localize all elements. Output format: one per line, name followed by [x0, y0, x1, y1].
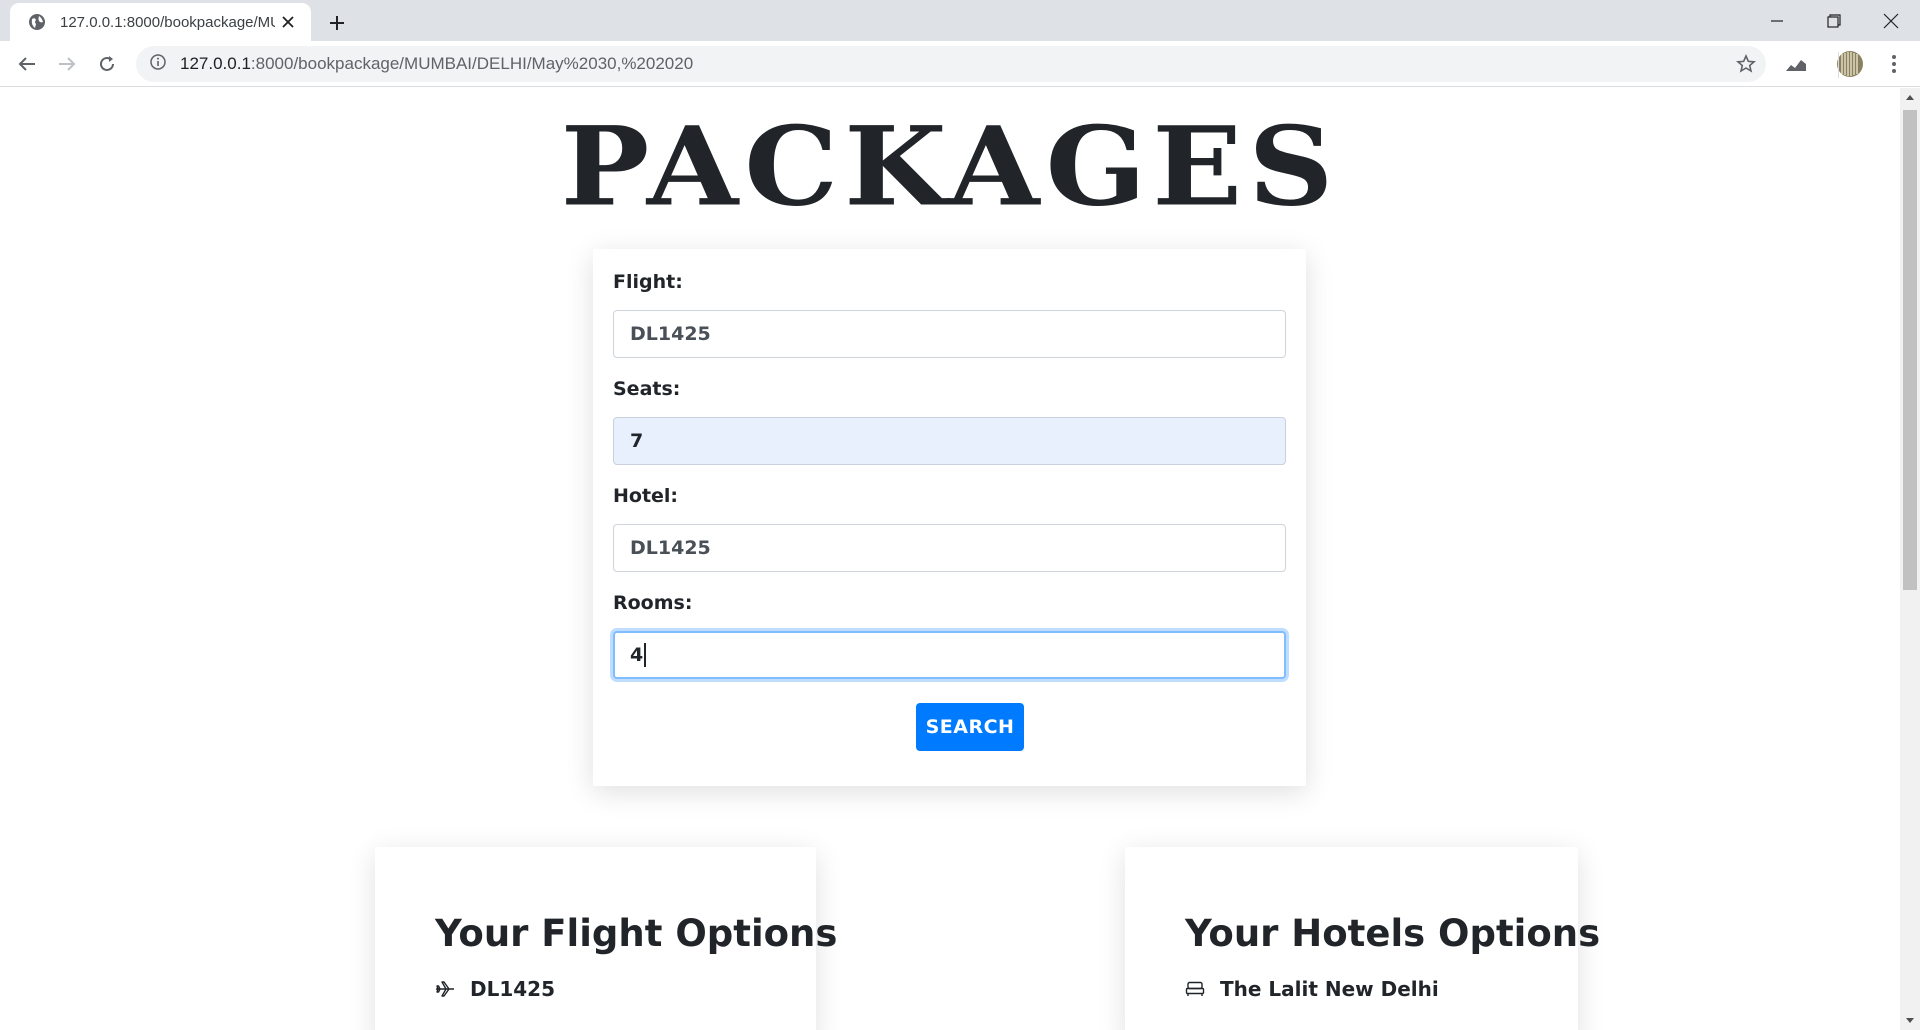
rooms-input[interactable]: 4 — [613, 631, 1286, 679]
toolbar-divider — [1838, 52, 1839, 78]
seats-input[interactable]: 7 — [613, 417, 1286, 465]
minimize-window-icon[interactable] — [1748, 0, 1806, 41]
flight-option-label: DL1425 — [470, 977, 556, 1001]
rooms-value: 4 — [630, 644, 644, 666]
scroll-up-arrow-icon[interactable] — [1900, 88, 1920, 106]
text-caret — [644, 643, 647, 667]
bed-icon — [1185, 979, 1205, 999]
seats-label: Seats: — [613, 378, 681, 400]
hotel-label: Hotel: — [613, 485, 679, 507]
rooms-label: Rooms: — [613, 592, 693, 614]
search-button[interactable]: SEARCH — [916, 703, 1024, 751]
url-path: :8000/bookpackage/MUMBAI/DELHI/May%2030,… — [250, 54, 694, 73]
hotel-option-label: The Lalit New Delhi — [1220, 977, 1439, 1001]
forward-arrow-icon[interactable] — [51, 48, 83, 80]
page-scrollbar[interactable] — [1900, 88, 1920, 1030]
plane-icon — [435, 979, 455, 999]
close-window-icon[interactable] — [1862, 0, 1920, 41]
scrollbar-thumb[interactable] — [1903, 110, 1917, 590]
flight-input[interactable]: DL1425 — [613, 310, 1286, 358]
tab-close-icon[interactable] — [277, 11, 299, 33]
bookmark-star-icon[interactable] — [1732, 50, 1760, 78]
reload-icon[interactable] — [91, 48, 123, 80]
hotel-options-card: Your Hotels Options The Lalit New Delhi — [1125, 847, 1600, 1030]
flight-options-title: Your Flight Options — [435, 912, 838, 955]
browser-tab[interactable]: 127.0.0.1:8000/bookpackage/MUMBAI/DELHI/… — [10, 3, 311, 41]
menu-kebab-icon[interactable] — [1878, 49, 1910, 79]
url-text: 127.0.0.1:8000/bookpackage/MUMBAI/DELHI/… — [180, 54, 693, 74]
scroll-down-arrow-icon[interactable] — [1900, 1012, 1920, 1030]
address-bar[interactable]: 127.0.0.1:8000/bookpackage/MUMBAI/DELHI/… — [136, 46, 1766, 82]
page-viewport: PACKAGES Flight: DL1425 Seats: 7 Hotel: … — [0, 88, 1900, 1030]
info-icon[interactable] — [150, 53, 166, 75]
globe-icon — [26, 11, 48, 33]
url-host: 127.0.0.1 — [180, 54, 251, 73]
page-title: PACKAGES — [560, 102, 1340, 231]
tab-title: 127.0.0.1:8000/bookpackage/MUMBAI/DELHI/… — [60, 13, 275, 31]
new-tab-button[interactable] — [323, 9, 351, 37]
extension-icon[interactable] — [1780, 49, 1812, 79]
package-search-form: Flight: DL1425 Seats: 7 Hotel: DL1425 Ro… — [593, 249, 1306, 786]
flight-option-item[interactable]: DL1425 — [435, 977, 555, 1001]
browser-tabstrip: 127.0.0.1:8000/bookpackage/MUMBAI/DELHI/… — [0, 0, 1920, 41]
flight-options-card: Your Flight Options DL1425 — [375, 847, 837, 1030]
flight-label: Flight: — [613, 271, 683, 293]
hotel-input[interactable]: DL1425 — [613, 524, 1286, 572]
restore-window-icon[interactable] — [1805, 0, 1863, 41]
hotel-options-title: Your Hotels Options — [1185, 912, 1601, 955]
browser-toolbar: 127.0.0.1:8000/bookpackage/MUMBAI/DELHI/… — [0, 41, 1920, 87]
back-arrow-icon[interactable] — [11, 48, 43, 80]
hotel-option-item[interactable]: The Lalit New Delhi — [1185, 977, 1439, 1001]
